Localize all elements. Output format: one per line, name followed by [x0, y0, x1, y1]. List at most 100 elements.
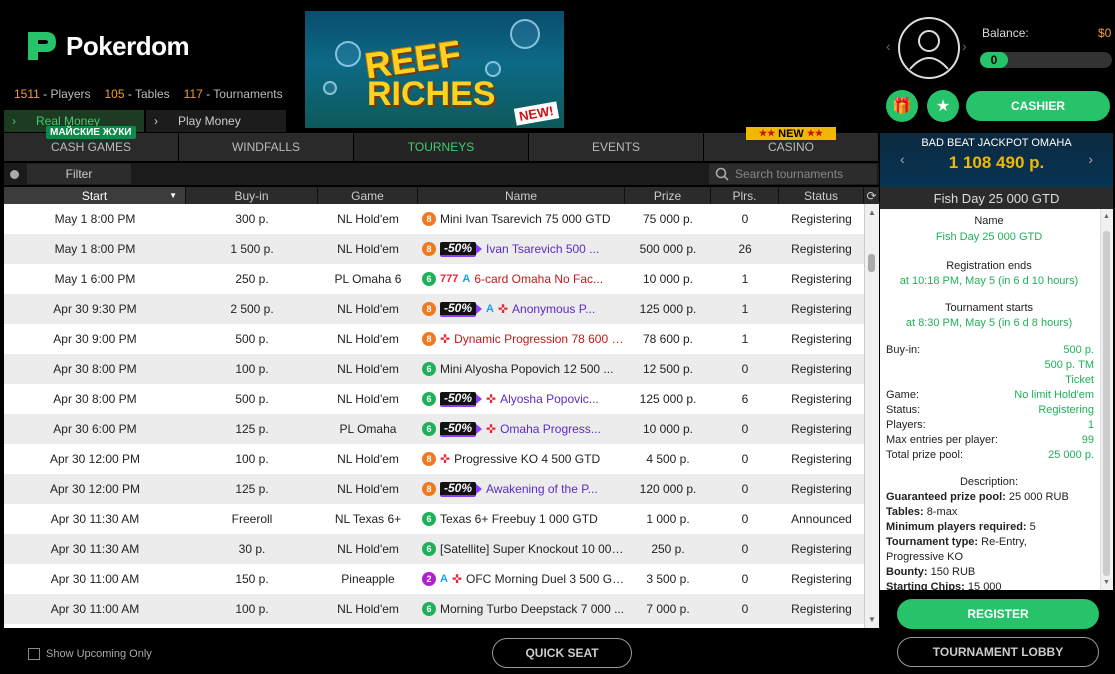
detail-scrollbar[interactable]: ▲ ▼: [1100, 209, 1113, 590]
table-row[interactable]: May 1 6:00 PM 250 p. PL Omaha 6 6 777 A 6-card…: [4, 264, 864, 294]
col-start[interactable]: Start ▼: [4, 187, 186, 204]
cell-status: Registering: [791, 362, 852, 376]
tab-tourneys[interactable]: TOURNEYS: [354, 133, 529, 161]
table-row[interactable]: Apr 30 12:00 PM 125 p. NL Hold'em 8 -50% Awak…: [4, 474, 864, 504]
table-row[interactable]: Apr 30 8:00 PM 100 p. NL Hold'em 6 Mini Alyo…: [4, 354, 864, 384]
chevron-right-icon: ›: [12, 114, 16, 128]
game-type-badge: 6: [422, 602, 436, 616]
rewards-button[interactable]: ★: [927, 90, 959, 122]
cell-start: Apr 30 8:00 PM: [53, 392, 137, 406]
chevron-left-icon[interactable]: ‹: [900, 151, 905, 167]
tournament-lobby-button[interactable]: TOURNAMENT LOBBY: [897, 637, 1099, 667]
pokerdom-logo: Pokerdom: [24, 26, 214, 66]
cell-buyin: 125 p.: [235, 482, 269, 496]
scroll-down-icon[interactable]: ▼: [1103, 579, 1110, 586]
checkbox[interactable]: [28, 648, 40, 660]
cell-status: Announced: [791, 512, 852, 526]
cell-status: Registering: [791, 542, 852, 556]
star-icon: ★★: [806, 128, 823, 138]
refresh-icon[interactable]: ⟳: [864, 187, 879, 204]
col-status[interactable]: Status: [779, 187, 864, 204]
cell-name: 6 Mini Alyosha Popovich 12 500 ...: [418, 354, 625, 384]
filter-button[interactable]: Filter: [27, 164, 131, 184]
max-entries-row: Max entries per player: 99: [886, 434, 1094, 446]
balance-value: 0: [980, 52, 1008, 68]
cell-name: 6 [Satellite] Super Knockout 10 000...: [418, 534, 625, 564]
scroll-thumb[interactable]: [1103, 231, 1110, 576]
scroll-down-icon[interactable]: ▼: [868, 615, 876, 624]
cell-name: 6 Texas 6+ Freebuy 1 000 GTD: [418, 504, 625, 534]
game-type-badge: 6: [422, 422, 436, 436]
scroll-up-icon[interactable]: ▲: [1103, 213, 1110, 220]
table-row[interactable]: Apr 30 11:00 AM 150 p. Pineapple 2 A ✜ OFC Mor…: [4, 564, 864, 594]
cell-prize: 125 000 p.: [639, 392, 697, 406]
cell-game: PL Omaha: [339, 422, 397, 436]
cell-start: May 1 6:00 PM: [54, 272, 136, 286]
col-game[interactable]: Game: [318, 187, 418, 204]
cell-name: 8 ✜ Progressive KO 4 500 GTD: [418, 444, 625, 474]
tournament-name: Anonymous P...: [512, 302, 596, 316]
tab-events[interactable]: EVENTS: [529, 133, 704, 161]
star-icon: ★★: [759, 128, 776, 138]
table-row[interactable]: May 1 8:00 PM 1 500 p. NL Hold'em 8 -50% Ivan…: [4, 234, 864, 264]
cell-plrs: 0: [741, 452, 749, 466]
chevron-right-icon[interactable]: ›: [1088, 151, 1093, 167]
table-row[interactable]: Apr 30 9:00 PM 500 p. NL Hold'em 8 ✜ Dynamic …: [4, 324, 864, 354]
table-row[interactable]: Apr 30 6:00 PM 125 p. PL Omaha 6 -50% ✜ Omaha …: [4, 414, 864, 444]
col-prize[interactable]: Prize: [625, 187, 711, 204]
table-row[interactable]: May 1 8:00 PM 300 p. NL Hold'em 8 Mini Ivan …: [4, 204, 864, 234]
table-row[interactable]: Apr 30 11:00 AM 100 p. NL Hold'em 6 Morning …: [4, 594, 864, 624]
knockout-icon: ✜: [497, 302, 509, 316]
gift-button[interactable]: 🎁: [886, 90, 918, 122]
tab-windfalls[interactable]: WINDFALLS: [179, 133, 354, 161]
discount-arrow-icon: [476, 244, 483, 254]
col-name[interactable]: Name: [418, 187, 625, 204]
table-row[interactable]: Apr 30 8:00 PM 500 p. NL Hold'em 6 -50% ✜ Alyo…: [4, 384, 864, 414]
scroll-thumb[interactable]: [868, 254, 875, 272]
table-scrollbar[interactable]: ▲ ▼: [864, 204, 879, 628]
show-upcoming-checkbox[interactable]: Show Upcoming Only: [28, 648, 152, 660]
chevron-right-icon: ›: [154, 114, 158, 128]
tournament-table: May 1 8:00 PM 300 p. NL Hold'em 8 Mini Ivan …: [4, 204, 864, 628]
players-row: Players: 1: [886, 419, 1094, 431]
tournament-detail: Name Fish Day 25 000 GTD Registration en…: [880, 209, 1113, 590]
game-type-badge: 8: [422, 482, 436, 496]
quick-seat-button[interactable]: QUICK SEAT: [492, 638, 632, 668]
cell-prize: 120 000 p.: [639, 482, 697, 496]
cell-status: Registering: [791, 572, 852, 586]
search-input[interactable]: Search tournaments: [709, 164, 877, 184]
tab-play-money[interactable]: › Play Money: [146, 110, 286, 132]
cell-start: Apr 30 8:00 PM: [53, 362, 137, 376]
banner-line2: RICHES: [367, 75, 496, 113]
tournament-name: Awakening of the P...: [486, 482, 598, 496]
avatar[interactable]: [898, 17, 960, 79]
tournament-name: [Satellite] Super Knockout 10 000...: [440, 542, 625, 556]
promo-banner[interactable]: REEF RICHES NEW!: [305, 11, 564, 128]
col-buyin[interactable]: Buy-in: [186, 187, 318, 204]
cell-prize: 10 000 p.: [642, 272, 694, 286]
col-plrs[interactable]: Plrs.: [711, 187, 779, 204]
table-row[interactable]: Apr 30 11:30 AM 30 p. NL Hold'em 6 [Satellit…: [4, 534, 864, 564]
filter-toggle[interactable]: [10, 170, 19, 179]
cell-buyin: 500 p.: [235, 332, 269, 346]
table-row[interactable]: Apr 30 9:30 PM 2 500 p. NL Hold'em 8 -50% A ✜ A…: [4, 294, 864, 324]
tables-stat: 105 - Tables: [104, 87, 170, 101]
cell-plrs: 26: [738, 242, 752, 256]
cell-game: NL Hold'em: [337, 302, 399, 316]
currency-value: $0: [1098, 26, 1112, 40]
cell-game: NL Hold'em: [337, 452, 399, 466]
register-button[interactable]: REGISTER: [897, 599, 1099, 629]
balance-label: Balance:: [982, 26, 1029, 40]
table-row[interactable]: Apr 30 11:30 AM Freeroll NL Texas 6+ 6 Texas…: [4, 504, 864, 534]
cell-buyin: 2 500 p.: [230, 302, 274, 316]
chevron-left-icon[interactable]: ‹: [886, 38, 891, 54]
scroll-up-icon[interactable]: ▲: [868, 208, 876, 217]
chevron-right-icon[interactable]: ›: [962, 38, 967, 54]
cell-start: May 1 8:00 PM: [54, 212, 136, 226]
table-row[interactable]: Apr 30 12:00 PM 100 p. NL Hold'em 8 ✜ Progres…: [4, 444, 864, 474]
cell-buyin: 150 p.: [235, 572, 269, 586]
cashier-button[interactable]: CASHIER: [966, 91, 1110, 121]
cell-game: NL Hold'em: [337, 392, 399, 406]
cell-name: 8 -50% Awakening of the P...: [418, 474, 625, 504]
cell-game: NL Hold'em: [337, 482, 399, 496]
